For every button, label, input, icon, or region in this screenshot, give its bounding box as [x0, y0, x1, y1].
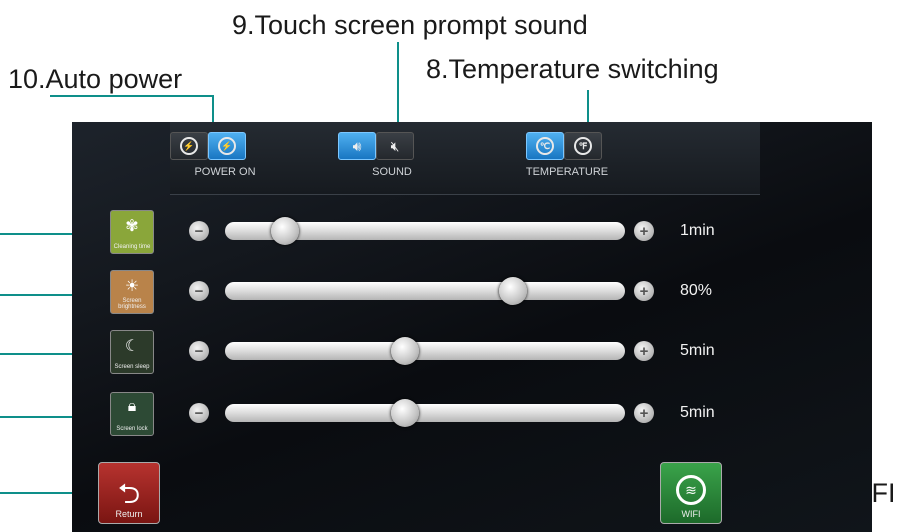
callout-touch-sound: 9.Touch screen prompt sound: [232, 10, 588, 40]
temperature-label: TEMPERATURE: [525, 166, 609, 178]
increase-button[interactable]: +: [634, 403, 654, 423]
wifi-label: WIFI: [681, 509, 701, 519]
lead-line: [50, 95, 214, 97]
power-on-label: POWER ON: [194, 166, 256, 178]
slider-row-cleaning-time: ✾ Cleaning time − + 1min: [72, 210, 872, 256]
slider-value: 5min: [680, 404, 715, 421]
screen-sleep-icon: ☾: [124, 338, 140, 355]
screen-brightness-icon: ☀: [124, 278, 140, 295]
decrease-button[interactable]: −: [189, 403, 209, 423]
return-arrow-icon: ⮌: [117, 478, 141, 509]
screen-sleep-label: Screen sleep: [114, 364, 150, 370]
increase-button[interactable]: +: [634, 341, 654, 361]
sound-on-button[interactable]: 🔊︎: [338, 132, 376, 160]
decrease-button[interactable]: −: [189, 341, 209, 361]
speaker-mute-icon: 🔇︎: [390, 137, 400, 154]
increase-button[interactable]: +: [634, 221, 654, 241]
slider-knob[interactable]: [499, 277, 527, 305]
slider-knob[interactable]: [271, 217, 299, 245]
increase-button[interactable]: +: [634, 281, 654, 301]
cleaning-time-button[interactable]: ✾ Cleaning time: [110, 210, 154, 254]
return-button[interactable]: ⮌ Return: [98, 462, 160, 524]
screen-lock-icon: 🔒︎: [127, 398, 137, 415]
power-on-button[interactable]: ⚡: [170, 132, 208, 160]
callout-temperature: 8.Temperature switching: [426, 54, 719, 84]
wifi-icon: ≋: [676, 475, 706, 505]
lightning-off-icon: ⚡: [218, 137, 236, 155]
screen-sleep-button[interactable]: ☾ Screen sleep: [110, 330, 154, 374]
screen-lock-button[interactable]: 🔒︎ Screen lock: [110, 392, 154, 436]
decrease-button[interactable]: −: [189, 221, 209, 241]
power-off-button[interactable]: ⚡: [208, 132, 246, 160]
celsius-icon: ℃: [536, 137, 554, 155]
slider-knob[interactable]: [391, 337, 419, 365]
cleaning-time-label: Cleaning time: [113, 244, 151, 250]
fahrenheit-button[interactable]: ℉: [564, 132, 602, 160]
slider-track[interactable]: [225, 282, 625, 300]
slider-value: 80%: [680, 282, 713, 299]
speaker-icon: 🔊︎: [352, 137, 362, 154]
screen-brightness-button[interactable]: ☀ Screen brightness: [110, 270, 154, 314]
celsius-button[interactable]: ℃: [526, 132, 564, 160]
screen-lock-label: Screen lock: [116, 426, 148, 432]
callout-auto-power: 10.Auto power: [8, 64, 183, 94]
slider-value: 1min: [680, 222, 715, 239]
wifi-button[interactable]: ≋ WIFI: [660, 462, 722, 524]
slider-track[interactable]: [225, 342, 625, 360]
screen-brightness-label: Screen brightness: [118, 298, 146, 310]
top-toggle-bar: ⚡ ⚡ POWER ON 🔊︎ 🔇︎ SOUND ℃ ℉ TEMPERATURE: [170, 122, 760, 195]
sound-label: SOUND: [372, 166, 412, 178]
settings-screen: ⚡ ⚡ POWER ON 🔊︎ 🔇︎ SOUND ℃ ℉ TEMPERATURE…: [72, 122, 872, 532]
slider-row-screen-lock: 🔒︎ Screen lock − + 5min: [72, 392, 872, 438]
sound-mute-button[interactable]: 🔇︎: [376, 132, 414, 160]
fahrenheit-icon: ℉: [574, 137, 592, 155]
slider-track[interactable]: [225, 404, 625, 422]
return-label: Return: [115, 509, 143, 519]
slider-value: 5min: [680, 342, 715, 359]
cleaning-time-icon: ✾: [125, 218, 139, 235]
slider-knob[interactable]: [391, 399, 419, 427]
slider-row-screen-brightness: ☀ Screen brightness − + 80%: [72, 270, 872, 316]
decrease-button[interactable]: −: [189, 281, 209, 301]
slider-row-screen-sleep: ☾ Screen sleep − + 5min: [72, 330, 872, 376]
lightning-icon: ⚡: [180, 137, 198, 155]
